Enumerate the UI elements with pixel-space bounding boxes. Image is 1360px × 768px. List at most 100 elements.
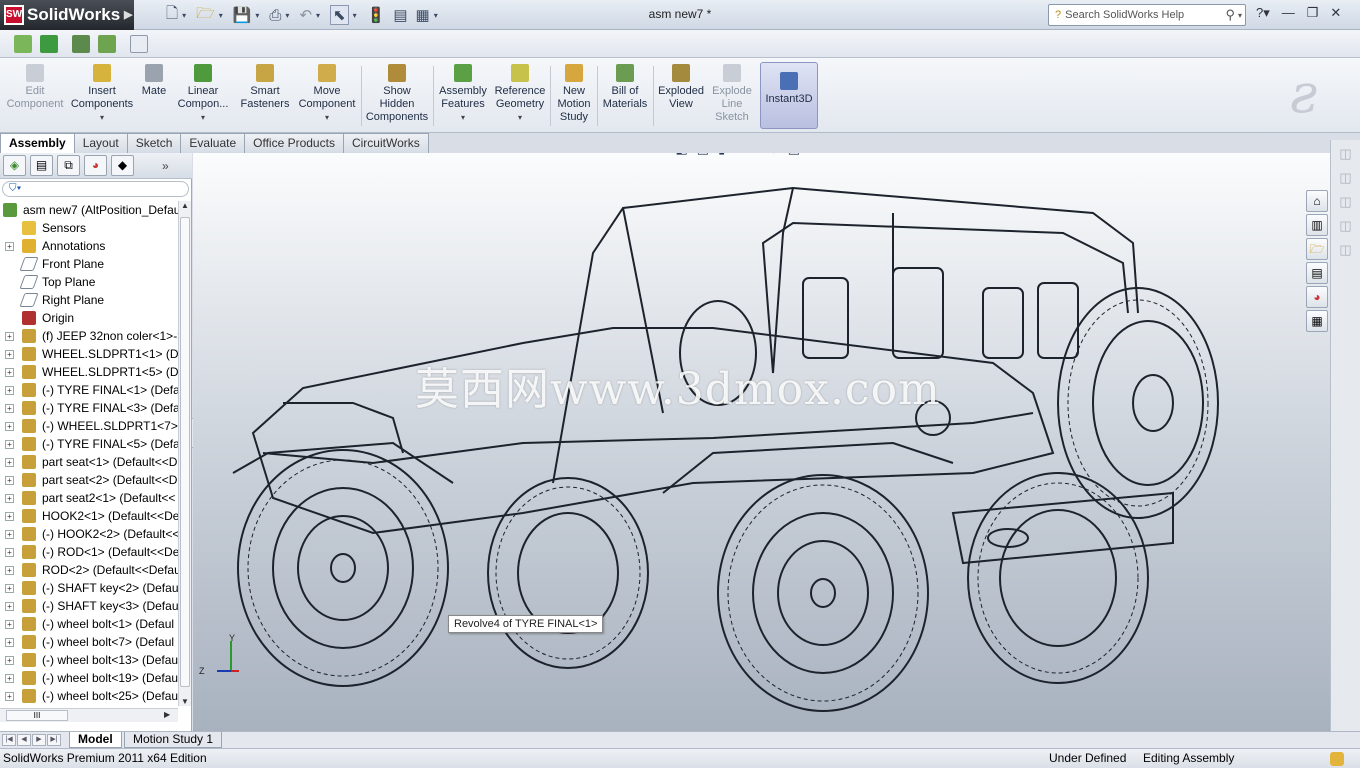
- assembly-features-button[interactable]: Assembly Features ▾: [436, 64, 490, 124]
- expand-icon[interactable]: +: [5, 638, 14, 647]
- tree-item[interactable]: + part seat<2> (Default<<D: [0, 471, 178, 489]
- tree-item[interactable]: + WHEEL.SLDPRT1<1> (Def: [0, 345, 178, 363]
- tree-item[interactable]: + (f) JEEP 32non coler<1>->: [0, 327, 178, 345]
- close-icon[interactable]: ✕: [1302, 153, 1312, 154]
- tree-item[interactable]: Right Plane: [0, 291, 178, 309]
- chevron-down-icon[interactable]: ▾: [434, 11, 438, 20]
- expand-icon[interactable]: +: [5, 692, 14, 701]
- tree-item[interactable]: + HOOK2<1> (Default<<De: [0, 507, 178, 525]
- tree-item[interactable]: + (-) WHEEL.SLDPRT1<7> (: [0, 417, 178, 435]
- options-icon[interactable]: ▦: [416, 6, 430, 24]
- help-menu-icon[interactable]: ?▾: [1256, 5, 1270, 21]
- save-icon[interactable]: 💾: [233, 6, 252, 24]
- appearance-manager-tab-icon[interactable]: ◕: [84, 155, 107, 176]
- close-icon[interactable]: ✕: [1330, 5, 1341, 21]
- expand-icon[interactable]: +: [5, 566, 14, 575]
- search-icon[interactable]: ⚲: [1225, 7, 1235, 23]
- tree-item[interactable]: + (-) wheel bolt<7> (Defaul: [0, 633, 178, 651]
- tree-item[interactable]: + (-) HOOK2<2> (Default<<: [0, 525, 178, 543]
- expand-icon[interactable]: +: [5, 350, 14, 359]
- chevron-down-icon[interactable]: ▾: [255, 11, 259, 20]
- chevron-down-icon[interactable]: ▾: [436, 111, 490, 124]
- minimize-icon[interactable]: —: [1259, 153, 1271, 154]
- expand-icon[interactable]: +: [5, 494, 14, 503]
- apply-scene-icon[interactable]: ✥: [768, 153, 779, 157]
- tree-horizontal-scrollbar[interactable]: III ▶: [0, 708, 178, 722]
- select-pointer-icon[interactable]: ⬉: [330, 5, 349, 25]
- undo-icon[interactable]: ↶: [299, 6, 312, 24]
- scroll-down-icon[interactable]: ▼: [181, 697, 189, 706]
- last-tab-icon[interactable]: ▶|: [47, 734, 61, 746]
- instant3d-button[interactable]: Instant3D: [762, 72, 816, 106]
- chevron-down-icon[interactable]: ▾: [219, 11, 223, 20]
- expand-icon[interactable]: +: [5, 332, 14, 341]
- component-icon[interactable]: [72, 34, 90, 53]
- tab-motion-study-1[interactable]: Motion Study 1: [124, 732, 223, 748]
- expand-icon[interactable]: +: [5, 404, 14, 413]
- expand-icon[interactable]: +: [5, 458, 14, 467]
- appearances-scenes-icon[interactable]: ◕: [1306, 286, 1328, 308]
- side-tool-icon[interactable]: ◫: [1336, 170, 1356, 188]
- zoom-to-fit-icon[interactable]: ⌕: [623, 153, 630, 157]
- show-hidden-components-button[interactable]: Show Hidden Components: [364, 64, 430, 124]
- next-tab-icon[interactable]: ▶: [32, 734, 46, 746]
- solidworks-logo[interactable]: SW SolidWorks ▶: [0, 0, 134, 30]
- mate-button[interactable]: Mate: [138, 64, 170, 98]
- expand-icon[interactable]: +: [5, 656, 14, 665]
- expand-icon[interactable]: +: [5, 440, 14, 449]
- file-explorer-icon[interactable]: 🗁: [1306, 238, 1328, 260]
- tree-item[interactable]: + part seat2<1> (Default<<: [0, 489, 178, 507]
- scroll-thumb[interactable]: [180, 217, 190, 687]
- print-icon[interactable]: ⎙: [269, 7, 281, 24]
- rebuild-icon[interactable]: 🚦: [367, 6, 386, 24]
- save-all-icon[interactable]: [40, 34, 58, 53]
- design-library-icon[interactable]: ▥: [1306, 214, 1328, 236]
- explode-line-sketch-button[interactable]: Explode Line Sketch: [708, 64, 756, 124]
- tree-item[interactable]: + (-) wheel bolt<13> (Defau: [0, 651, 178, 669]
- chevron-down-icon[interactable]: ▾: [285, 11, 289, 20]
- chevron-down-icon[interactable]: ▾: [1238, 11, 1242, 20]
- tree-item[interactable]: + (-) wheel bolt<25> (Defau: [0, 687, 178, 705]
- rebuild-status-icon[interactable]: [1330, 752, 1344, 766]
- display-style-icon[interactable]: ▮: [718, 153, 725, 157]
- previous-view-icon[interactable]: ↖: [656, 153, 667, 157]
- tab-layout[interactable]: Layout: [73, 133, 128, 153]
- custom-properties-icon[interactable]: ▦: [1306, 310, 1328, 332]
- expand-icon[interactable]: +: [5, 584, 14, 593]
- open-folder-icon[interactable]: 🗁: [196, 3, 215, 28]
- expand-icon[interactable]: +: [5, 368, 14, 377]
- scroll-right-icon[interactable]: ▶: [164, 710, 170, 719]
- tree-item[interactable]: + part seat<1> (Default<<D: [0, 453, 178, 471]
- chevron-down-icon[interactable]: ▾: [70, 111, 134, 124]
- smart-fasteners-button[interactable]: Smart Fasteners: [237, 64, 293, 111]
- graphics-area[interactable]: ⌕ ⌕ ↖ ◧ ▣ ▮ ◌ ◕ ✥ ▤ — ❐ ✕ 莫西网www.3dmox.c…: [193, 153, 1330, 731]
- side-tool-icon[interactable]: ◫: [1336, 242, 1356, 260]
- chevron-down-icon[interactable]: ▾: [174, 111, 232, 124]
- first-tab-icon[interactable]: |◀: [2, 734, 16, 746]
- insert-components-button[interactable]: Insert Components ▾: [70, 64, 134, 124]
- help-search-box[interactable]: ? Search SolidWorks Help ⚲ ▾: [1048, 4, 1246, 26]
- tree-item[interactable]: + Annotations: [0, 237, 178, 255]
- tree-item[interactable]: Front Plane: [0, 255, 178, 273]
- chevron-down-icon[interactable]: ▾: [492, 111, 548, 124]
- expand-icon[interactable]: +: [5, 674, 14, 683]
- section-view-icon[interactable]: ◧: [675, 153, 687, 157]
- tab-office-products[interactable]: Office Products: [244, 133, 344, 153]
- tab-model[interactable]: Model: [69, 732, 122, 748]
- jeep-model-wireframe[interactable]: [193, 153, 1330, 731]
- hide-show-items-icon[interactable]: ◌: [734, 153, 742, 157]
- tree-item[interactable]: Origin: [0, 309, 178, 327]
- expand-icon[interactable]: +: [5, 242, 14, 251]
- tree-item[interactable]: + (-) TYRE FINAL<3> (Defau: [0, 399, 178, 417]
- tree-item[interactable]: + (-) SHAFT key<2> (Defau: [0, 579, 178, 597]
- tree-item[interactable]: + WHEEL.SLDPRT1<5> (Def: [0, 363, 178, 381]
- view-palette-icon[interactable]: ▤: [1306, 262, 1328, 284]
- new-document-icon[interactable]: 🗋: [166, 3, 178, 28]
- rebuild-open-icon[interactable]: [14, 34, 32, 53]
- tree-item[interactable]: Sensors: [0, 219, 178, 237]
- tree-item[interactable]: + (-) wheel bolt<19> (Defau: [0, 669, 178, 687]
- tree-filter-icon[interactable]: ⛉▾: [2, 181, 189, 197]
- file-properties-icon[interactable]: ▤: [393, 6, 407, 24]
- chevron-down-icon[interactable]: ▾: [316, 11, 320, 20]
- expand-icon[interactable]: +: [5, 602, 14, 611]
